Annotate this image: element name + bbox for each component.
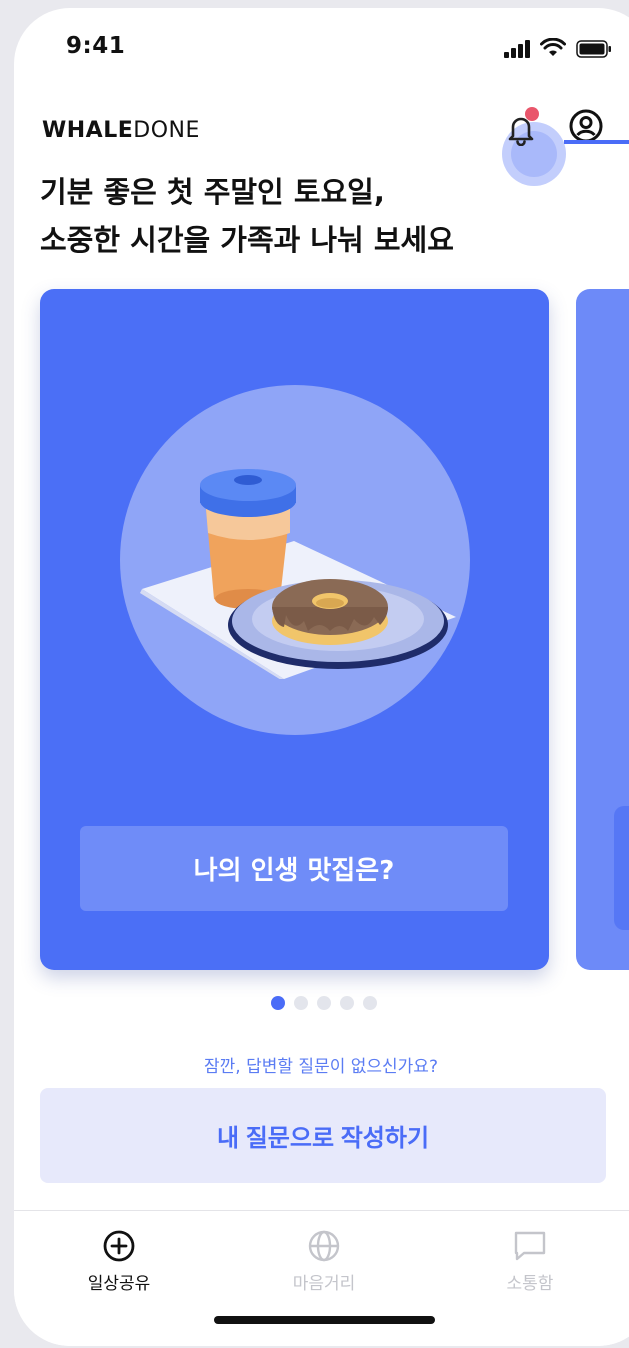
- pagination-dot-4[interactable]: [340, 996, 354, 1010]
- next-card-button-peek: [614, 806, 629, 930]
- home-indicator[interactable]: [214, 1316, 435, 1324]
- nav-item-daily-share[interactable]: 일상공유: [64, 1229, 174, 1294]
- greeting-text: 기분 좋은 첫 주말인 토요일, 소중한 시간을 가족과 나눠 보세요: [40, 168, 600, 264]
- pagination-dots: [271, 996, 377, 1010]
- plus-circle-icon: [103, 1230, 135, 1262]
- pagination-dot-2[interactable]: [294, 996, 308, 1010]
- greeting-line-1: 기분 좋은 첫 주말인 토요일,: [40, 175, 385, 209]
- status-icons: [504, 38, 614, 62]
- nav-label-daily-share: 일상공유: [87, 1274, 151, 1294]
- no-question-hint: 잠깐, 답변할 질문이 없으신가요?: [204, 1057, 438, 1077]
- nav-item-communication[interactable]: 소통함: [475, 1229, 585, 1294]
- bottom-navigation: 일상공유 마음거리 소통함: [14, 1210, 629, 1346]
- globe-icon: [308, 1230, 340, 1262]
- pagination-dot-3[interactable]: [317, 996, 331, 1010]
- pagination-dot-5[interactable]: [363, 996, 377, 1010]
- nav-item-heart-street[interactable]: 마음거리: [269, 1229, 379, 1294]
- profile-underline: [564, 140, 629, 144]
- status-time: 9:41: [66, 33, 126, 59]
- app-logo: WHALEDONE: [42, 118, 200, 143]
- nav-label-communication: 소통함: [506, 1274, 554, 1294]
- logo-bold-text: WHALE: [42, 118, 134, 143]
- pagination-dot-1[interactable]: [271, 996, 285, 1010]
- battery-icon: [576, 40, 611, 58]
- status-bar: 9:41: [14, 8, 629, 88]
- logo-light-text: DONE: [133, 118, 200, 143]
- question-text[interactable]: 나의 인생 맛집은?: [80, 826, 508, 911]
- write-my-question-button[interactable]: 내 질문으로 작성하기: [40, 1088, 606, 1183]
- question-card[interactable]: 나의 인생 맛집은?: [40, 289, 549, 970]
- greeting-line-2: 소중한 시간을 가족과 나눠 보세요: [40, 223, 454, 257]
- coffee-donut-illustration: [140, 469, 456, 679]
- notification-dot: [525, 107, 539, 121]
- chat-bubble-icon: [514, 1231, 546, 1261]
- signal-icon: [504, 40, 530, 58]
- nav-label-heart-street: 마음거리: [292, 1274, 356, 1294]
- profile-icon[interactable]: [568, 108, 604, 144]
- wifi-icon: [540, 38, 566, 56]
- phone-screen: 9:41 WHALEDONE 기분 좋은 첫 주말인 토요일, 소중한 시간을 …: [14, 8, 629, 1346]
